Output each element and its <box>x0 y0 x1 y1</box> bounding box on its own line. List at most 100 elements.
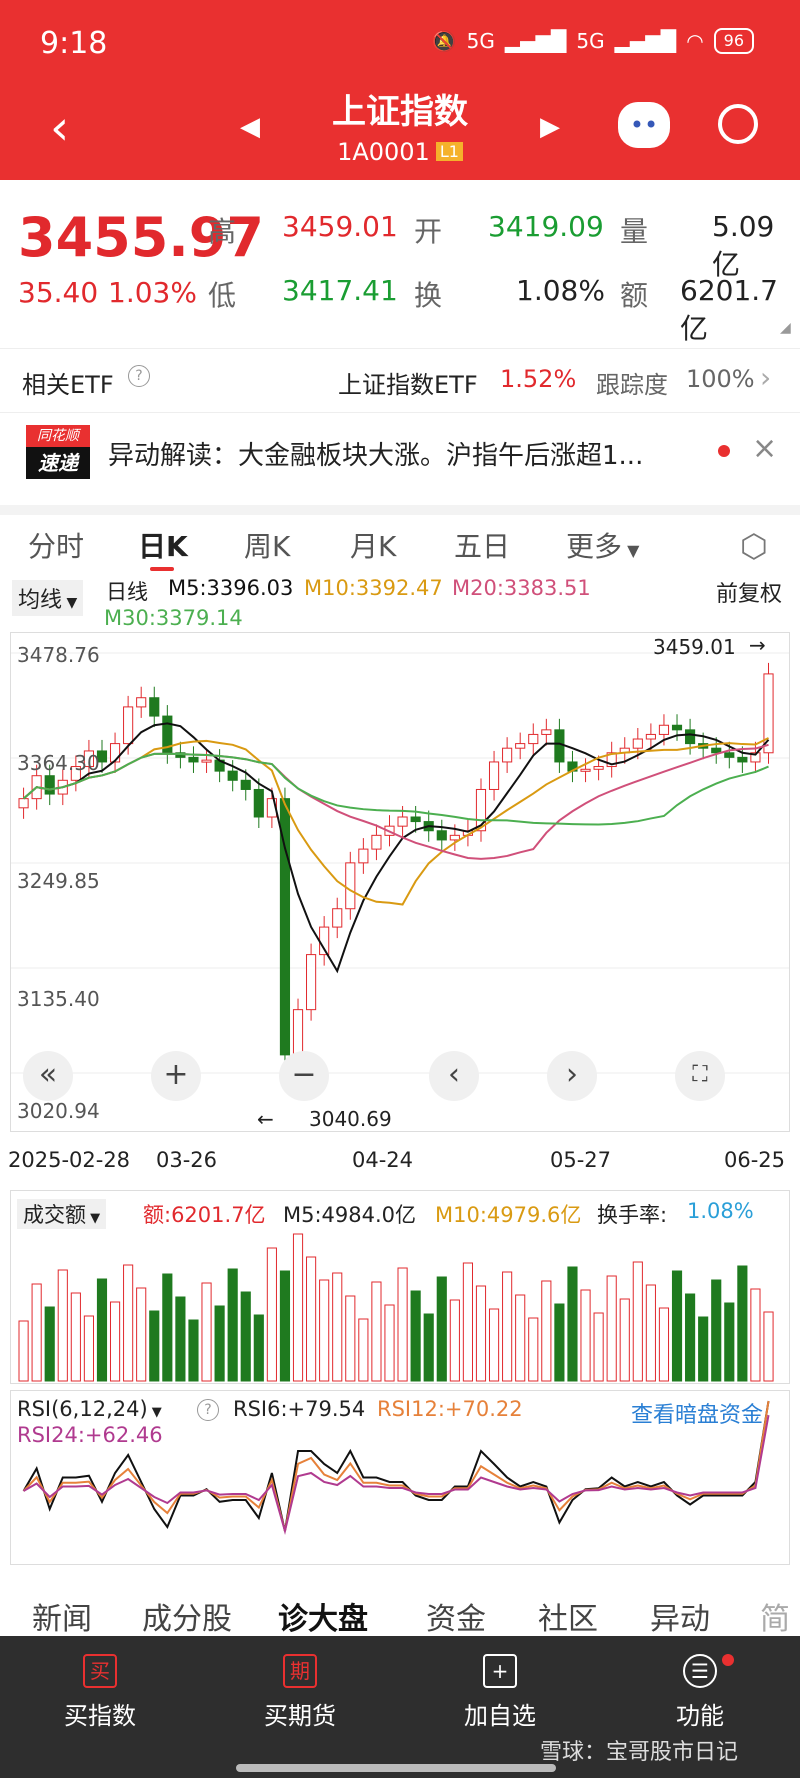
ma-selector[interactable]: 均线 ▼ <box>12 580 84 616</box>
fullscreen-icon[interactable]: ⛶ <box>675 1051 725 1101</box>
wifi-icon: ◠ <box>686 29 704 53</box>
amount-value: 6201.7亿 <box>680 274 778 345</box>
candle <box>737 756 748 763</box>
turnover-label: 换 <box>414 279 443 312</box>
functions-label: 功能 <box>676 1702 724 1730</box>
rsi-panel[interactable]: RSI(6,12,24) ▼ ? RSI6:+79.54 RSI12:+70.2… <box>10 1390 790 1565</box>
volume-bar <box>201 1282 212 1382</box>
next-index-icon[interactable]: ▶ <box>540 112 560 142</box>
volume-bar <box>449 1299 460 1382</box>
help-icon[interactable]: ? <box>128 365 150 387</box>
volume-bar <box>671 1270 683 1382</box>
unread-dot <box>718 445 730 457</box>
zoom-out-icon[interactable]: − <box>279 1051 329 1101</box>
tab-weekly-k[interactable]: 周K <box>244 525 290 565</box>
tab-intraday[interactable]: 分时 <box>28 525 84 565</box>
tab-components[interactable]: 成分股 <box>142 1594 232 1636</box>
volume-bar <box>292 1233 304 1382</box>
rsi24-value: RSI24:+62.46 <box>17 1423 163 1447</box>
functions-button[interactable]: ☰ 功能 <box>630 1654 770 1731</box>
kline-chart[interactable]: 3478.76 3364.30 3249.85 3135.40 3020.94 … <box>10 632 790 1132</box>
expand-corner-icon[interactable]: ◢ <box>780 320 791 336</box>
tab-daily-k[interactable]: 日K <box>138 525 188 565</box>
candle <box>645 733 656 740</box>
volume-bar <box>606 1275 617 1382</box>
tab-five-day[interactable]: 五日 <box>454 525 510 565</box>
volume-bar <box>528 1317 539 1382</box>
amount-label: 额 <box>620 279 649 312</box>
dropdown-arrow-icon: ▼ <box>62 595 78 611</box>
buy-index-button[interactable]: 买 买指数 <box>30 1654 170 1731</box>
volume-bar <box>645 1284 656 1382</box>
price-change: 35.40 <box>18 276 99 309</box>
news-ticker[interactable]: 同花顺 速递 异动解读：大金融板块大涨。沪指午后涨超1... × <box>0 412 800 494</box>
brand-top: 同花顺 <box>26 425 90 447</box>
volume-panel[interactable]: 成交额 ▼ 额:6201.7亿 M5:4984.0亿 M10:4979.6亿 换… <box>10 1190 790 1384</box>
track-value: 100% <box>686 365 755 393</box>
tab-community[interactable]: 社区 <box>538 1594 598 1636</box>
turnover-rate-label: 换手率: <box>597 1203 668 1227</box>
candle <box>253 788 264 818</box>
tab-active-indicator <box>150 567 174 571</box>
tab-more[interactable]: 更多 ▼ <box>566 525 639 565</box>
ma20-value: M20:3383.51 <box>452 576 591 600</box>
tab-funds[interactable]: 资金 <box>426 1594 486 1636</box>
tab-diagnosis[interactable]: 诊大盘 <box>278 1594 368 1636</box>
volume-selector[interactable]: 成交额 ▼ <box>17 1199 107 1229</box>
tab-news[interactable]: 新闻 <box>32 1594 92 1636</box>
brand-logo: 同花顺 速递 <box>26 425 90 481</box>
code-text: 1A0001 <box>337 138 430 166</box>
news-text: 异动解读：大金融板块大涨。沪指午后涨超1... <box>108 441 644 471</box>
volume-bar <box>279 1270 291 1382</box>
open-value: 3419.09 <box>488 210 604 243</box>
volume-bar <box>44 1306 55 1382</box>
scroll-right-icon[interactable]: › <box>547 1051 597 1101</box>
volume-bar <box>332 1272 343 1382</box>
candle <box>632 738 643 749</box>
ma10-line <box>22 737 769 906</box>
close-icon[interactable]: × <box>752 431 777 466</box>
chart-tabs: 分时 日K 周K 月K 五日 更多 ▼ ⬡ <box>0 505 800 571</box>
tab-brief[interactable]: 简 <box>760 1594 790 1636</box>
tab-anomaly[interactable]: 异动 <box>650 1594 710 1636</box>
volume-selector-label: 成交额 <box>23 1203 86 1227</box>
volume-bar <box>711 1279 722 1382</box>
battery-indicator: 96 <box>713 28 754 54</box>
candle <box>123 706 134 745</box>
x-tick-2: 04-24 <box>352 1148 414 1172</box>
buy-futures-label: 买期货 <box>264 1702 336 1730</box>
etf-pct: 1.52% <box>500 365 577 393</box>
volume-bar <box>227 1268 238 1382</box>
volume-bar <box>423 1313 434 1382</box>
add-icon: + <box>483 1654 517 1688</box>
volume-bar <box>763 1311 774 1382</box>
search-icon[interactable] <box>718 104 758 144</box>
volume-m5: M5:4984.0亿 <box>283 1203 417 1227</box>
rsi-selector[interactable]: RSI(6,12,24) ▼ <box>17 1397 162 1421</box>
turnover-rate-value: 1.08% <box>687 1199 754 1223</box>
volume-bar <box>136 1287 147 1382</box>
dark-pool-link[interactable]: 查看暗盘资金 <box>631 1397 763 1429</box>
index-code: 1A0001 L1 <box>0 138 800 166</box>
notification-dot <box>722 1654 734 1666</box>
rewind-icon[interactable]: « <box>23 1051 73 1101</box>
related-etf-row[interactable]: 相关ETF ? 上证指数ETF 1.52% 跟踪度 100% › <box>0 348 800 412</box>
tab-monthly-k[interactable]: 月K <box>350 525 396 565</box>
add-watchlist-button[interactable]: + 加自选 <box>430 1654 570 1731</box>
zoom-in-icon[interactable]: + <box>151 1051 201 1101</box>
candle <box>593 766 604 770</box>
help-icon[interactable]: ? <box>197 1399 219 1421</box>
buy-futures-button[interactable]: 期 买期货 <box>230 1654 370 1731</box>
candle <box>449 834 460 841</box>
rsi12-value: RSI12:+70.22 <box>377 1397 523 1421</box>
adjust-mode[interactable]: 前复权 <box>716 576 782 608</box>
settings-hexagon-icon[interactable]: ⬡ <box>740 527 768 565</box>
scroll-left-icon[interactable]: ‹ <box>429 1051 479 1101</box>
low-value: 3417.41 <box>282 274 398 307</box>
watermark: 雪球：宝哥股市日记 <box>540 1740 739 1765</box>
etf-name: 上证指数ETF <box>338 371 478 399</box>
volume-bar <box>658 1307 670 1382</box>
robot-assistant-icon[interactable]: •• <box>618 102 670 148</box>
candle <box>671 724 683 731</box>
tab-more-label: 更多 <box>566 530 623 563</box>
